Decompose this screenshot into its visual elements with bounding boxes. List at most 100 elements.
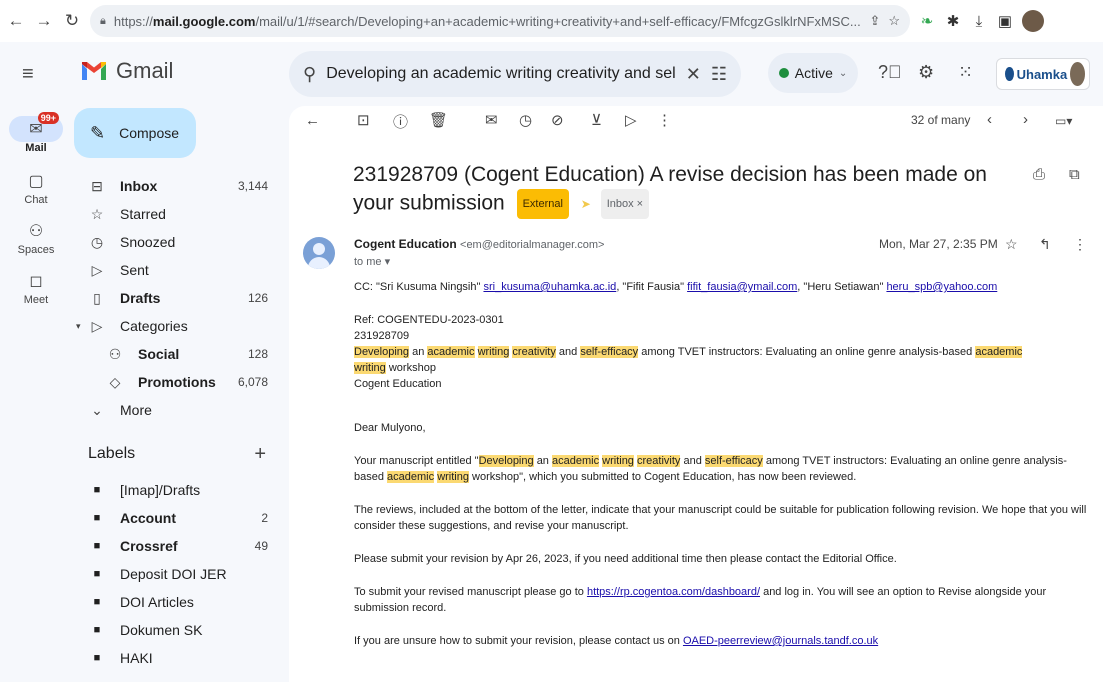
extensions-puzzle-icon[interactable]: ✱ bbox=[944, 12, 962, 30]
sidebar-item-social[interactable]: ⚇ Social 128 bbox=[74, 340, 284, 368]
search-input[interactable] bbox=[326, 65, 676, 83]
print-icon[interactable]: ⎙ bbox=[1033, 166, 1045, 183]
paragraph-1: Your manuscript entitled "Developing an … bbox=[354, 455, 1067, 483]
message-more-icon[interactable]: ⋮ bbox=[1073, 236, 1087, 253]
rail-meet[interactable]: ◻ Meet bbox=[0, 268, 72, 306]
apps-grid-icon[interactable]: ⁙ bbox=[958, 62, 973, 83]
gmail-header: ≡ Gmail ⚲ ✕ ☷ Active ⌄ ?⃝ ⚙ ⁙ Uhamka bbox=[0, 42, 1103, 106]
bookmark-star-icon[interactable]: ☆ bbox=[888, 13, 900, 29]
label-outline-icon: ▷ bbox=[91, 317, 103, 334]
importance-marker-icon[interactable]: ➤ bbox=[581, 197, 591, 211]
sidebar: ⊟ Inbox 3,144 ☆ Starred ◷ Snoozed ▷ Sent ▯ Dra… bbox=[74, 172, 284, 672]
sidebar-item-count: 6,078 bbox=[237, 375, 268, 389]
help-icon[interactable]: ?⃝ bbox=[878, 62, 902, 83]
star-icon: ☆ bbox=[90, 205, 104, 222]
inbox-chip-label: Inbox bbox=[606, 198, 634, 210]
side-panel-icon[interactable]: ▣ bbox=[996, 12, 1014, 30]
forward-icon[interactable]: → bbox=[34, 11, 54, 31]
back-to-list-icon[interactable]: ← bbox=[305, 112, 320, 129]
share-icon[interactable]: ⇪ bbox=[869, 13, 880, 29]
label-icon: ■ bbox=[93, 484, 101, 496]
move-to-icon[interactable]: ⊻ bbox=[591, 111, 602, 129]
clock-icon: ◷ bbox=[90, 233, 104, 250]
sidebar-item-label: Sent bbox=[120, 262, 149, 278]
account-avatar[interactable] bbox=[1070, 62, 1085, 86]
reply-icon[interactable]: ↰ bbox=[1039, 236, 1051, 253]
star-message-icon[interactable]: ☆ bbox=[1005, 236, 1018, 253]
gmail-logo[interactable]: Gmail bbox=[80, 58, 173, 84]
snooze-icon[interactable]: ◷ bbox=[519, 111, 532, 129]
more-options-icon[interactable]: ⋮ bbox=[657, 111, 672, 129]
paragraph-5: If you are unsure how to submit your rev… bbox=[354, 635, 879, 647]
external-tag: External bbox=[516, 189, 569, 219]
sidebar-item-inbox[interactable]: ⊟ Inbox 3,144 bbox=[74, 172, 284, 200]
rail-chat[interactable]: ▢ Chat bbox=[0, 168, 72, 206]
sidebar-item-more[interactable]: ⌄ More bbox=[74, 396, 284, 424]
sidebar-label-haki[interactable]: ■ HAKI bbox=[74, 644, 284, 672]
newer-chevron-icon[interactable]: ‹ bbox=[987, 111, 992, 128]
browser-profile-avatar[interactable] bbox=[1022, 10, 1044, 32]
sidebar-label-dokumen-sk[interactable]: ■ Dokumen SK bbox=[74, 616, 284, 644]
label-icon: ■ bbox=[93, 568, 101, 580]
search-icon[interactable]: ⚲ bbox=[303, 64, 316, 85]
sidebar-item-promotions[interactable]: ◇ Promotions 6,078 bbox=[74, 368, 284, 396]
dashboard-link[interactable]: https://rp.cogentoa.com/dashboard/ bbox=[587, 586, 760, 598]
label-as-icon[interactable]: ▷ bbox=[625, 111, 637, 129]
sidebar-item-drafts[interactable]: ▯ Drafts 126 bbox=[74, 284, 284, 312]
cc-email-link[interactable]: heru_spb@yahoo.com bbox=[886, 281, 997, 293]
labels-header: Labels + bbox=[74, 432, 284, 476]
labels-title: Labels bbox=[88, 445, 136, 462]
reload-icon[interactable]: ↻ bbox=[62, 11, 82, 31]
input-tools-keyboard-icon[interactable]: ▭▾ bbox=[1055, 114, 1072, 128]
unread-badge: 99+ bbox=[37, 112, 59, 124]
sidebar-item-snoozed[interactable]: ◷ Snoozed bbox=[74, 228, 284, 256]
clear-search-icon[interactable]: ✕ bbox=[686, 64, 701, 85]
sidebar-label-doi-articles[interactable]: ■ DOI Articles bbox=[74, 588, 284, 616]
sidebar-item-label: Account bbox=[120, 510, 176, 526]
sidebar-label-imap-drafts[interactable]: ■ [Imap]/Drafts bbox=[74, 476, 284, 504]
open-new-window-icon[interactable]: ⧉ bbox=[1069, 166, 1080, 183]
recipient-text: to me bbox=[354, 256, 382, 268]
older-chevron-icon[interactable]: › bbox=[1023, 111, 1028, 128]
sidebar-label-crossref[interactable]: ■ Crossref 49 bbox=[74, 532, 284, 560]
main-menu-icon[interactable]: ≡ bbox=[22, 63, 34, 86]
url-text: https://mail.google.com/mail/u/1/#search… bbox=[113, 13, 861, 29]
address-bar[interactable]: 🔒︎ https://mail.google.com/mail/u/1/#sea… bbox=[90, 5, 910, 37]
sidebar-item-label: Starred bbox=[120, 206, 166, 222]
remove-label-icon[interactable]: × bbox=[637, 198, 643, 210]
peerreview-email-link[interactable]: OAED-peerreview@journals.tandf.co.uk bbox=[683, 635, 878, 647]
sidebar-label-account[interactable]: ■ Account 2 bbox=[74, 504, 284, 532]
add-to-tasks-icon[interactable]: ⊘ bbox=[551, 111, 564, 129]
sidebar-label-deposit-doi-jer[interactable]: ■ Deposit DOI JER bbox=[74, 560, 284, 588]
paragraph-2: The reviews, included at the bottom of t… bbox=[354, 504, 1087, 532]
rail-spaces[interactable]: ⚇ Spaces bbox=[0, 218, 72, 256]
compose-label: Compose bbox=[119, 125, 180, 141]
manuscript-info: Ref: COGENTEDU-2023-0301 231928709 Devel… bbox=[354, 314, 1023, 390]
archive-icon[interactable]: ⊡ bbox=[357, 111, 370, 129]
cc-email-link[interactable]: sri_kusuma@uhamka.ac.id bbox=[483, 281, 616, 293]
sidebar-item-label: DOI Articles bbox=[120, 594, 194, 610]
sidebar-item-sent[interactable]: ▷ Sent bbox=[74, 256, 284, 284]
message-toolbar: ← ⊡ ⓘ 🗑︎ ✉ ◷ ⊘ ⊻ ▷ ⋮ 32 of many ‹ › ▭▾ bbox=[289, 106, 1103, 136]
extension-leaf-icon[interactable]: ❧ bbox=[918, 12, 936, 30]
download-icon[interactable]: ⤓ bbox=[970, 12, 988, 30]
search-options-icon[interactable]: ☷ bbox=[711, 64, 727, 85]
sidebar-item-starred[interactable]: ☆ Starred bbox=[74, 200, 284, 228]
recipient-toggle[interactable]: to me ▾ bbox=[354, 255, 390, 268]
inbox-label-chip[interactable]: Inbox × bbox=[600, 189, 650, 219]
settings-gear-icon[interactable]: ⚙ bbox=[918, 62, 934, 83]
compose-button[interactable]: ✎ Compose bbox=[74, 108, 196, 158]
caret-down-icon: ▾ bbox=[76, 320, 81, 331]
sender-name[interactable]: Cogent Education bbox=[354, 237, 457, 251]
status-selector[interactable]: Active ⌄ bbox=[768, 53, 858, 93]
sidebar-item-categories[interactable]: ▾ ▷ Categories bbox=[74, 312, 284, 340]
mark-unread-icon[interactable]: ✉ bbox=[485, 111, 498, 129]
add-label-icon[interactable]: + bbox=[254, 443, 284, 466]
sender-avatar bbox=[303, 237, 335, 269]
account-org-chip[interactable]: Uhamka bbox=[996, 58, 1090, 90]
report-spam-icon[interactable]: ⓘ bbox=[393, 111, 408, 132]
delete-icon[interactable]: 🗑︎ bbox=[429, 111, 448, 129]
rail-mail[interactable]: ✉ 99+ Mail bbox=[0, 112, 72, 154]
back-icon[interactable]: ← bbox=[6, 11, 26, 31]
cc-email-link[interactable]: fifit_fausia@ymail.com bbox=[687, 281, 797, 293]
